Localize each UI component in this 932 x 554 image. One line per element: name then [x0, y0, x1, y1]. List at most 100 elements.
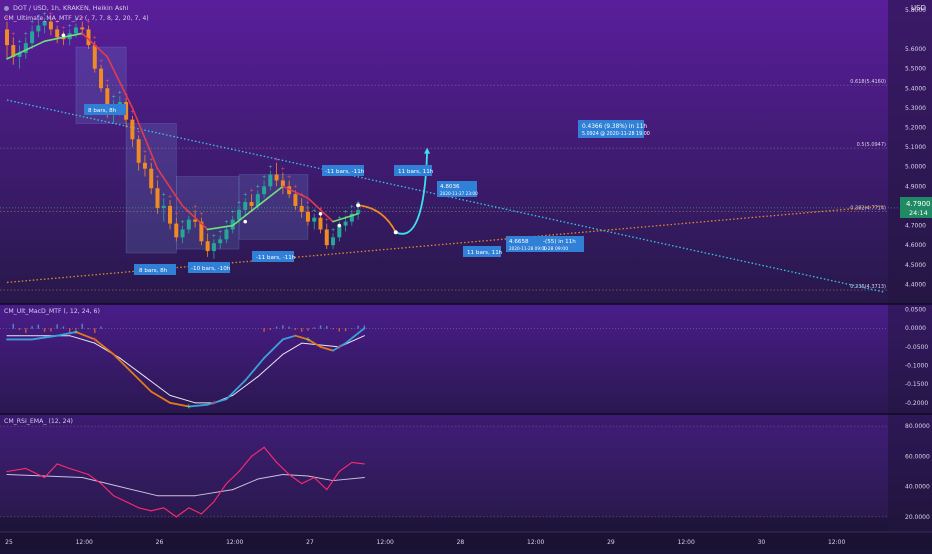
candle-marker: + [168, 194, 172, 200]
macd-histogram-bar [282, 325, 284, 329]
price-tick-label: 4.5000 [905, 262, 926, 269]
macd-histogram-bar [275, 326, 278, 329]
status-dot-icon [4, 5, 9, 11]
ma-indicator-label[interactable]: CM_Ultimate_MA_MTF_V2 (, 7, 7, 8, 2, 20,… [4, 15, 149, 22]
rsi-tick-label: 40.0000 [905, 484, 930, 491]
candle-marker: + [137, 129, 141, 135]
last-price-tag: 4.7900 24:14 [900, 197, 932, 218]
price-tick-label: 4.7000 [905, 223, 926, 230]
time-tick-label: 29 [607, 539, 615, 546]
candle-marker: + [99, 59, 103, 65]
price-axis[interactable]: 5.80005.60005.50005.40005.30005.20005.10… [905, 7, 926, 289]
candle-body [73, 27, 78, 34]
macd-histogram-bar [313, 327, 315, 329]
fib-label: 0.618(5.4160) [850, 79, 886, 85]
last-price-countdown: 24:14 [909, 209, 928, 217]
target-change: 0.4366 (9.38%) in 11h [582, 124, 647, 130]
macd-histogram-bar [12, 323, 14, 329]
rsi-band-fill [0, 426, 888, 517]
macd-histogram-bar [18, 328, 21, 330]
time-tick-label: 12:00 [527, 539, 544, 546]
macd-histogram-bar [338, 328, 341, 332]
candle-body [331, 237, 336, 246]
rsi-indicator-label[interactable]: CM_RSI_EMA_ (12, 24) [4, 418, 73, 425]
macd-cross-marker: + [92, 335, 98, 343]
candle-marker: + [331, 227, 335, 233]
macd-histogram-bar [300, 328, 303, 332]
symbol-title: DOT / USD, 1h, KRAKEN, Heikin Ashi [13, 4, 129, 12]
candle-marker: + [262, 174, 266, 180]
ma-cross-dot [337, 223, 342, 228]
candle-body [136, 139, 141, 163]
bars-label: 8 bars, 8h [139, 268, 168, 274]
candle-body [243, 202, 248, 210]
chart-svg[interactable]: 0.618(5.4160)0.5(5.0947)0.382(4.7714)0.2… [0, 0, 932, 550]
macd-histogram-bar [288, 326, 290, 329]
candle-marker: + [180, 220, 184, 226]
macd-histogram-bar [319, 325, 322, 329]
candle-body [174, 223, 179, 238]
candle-body [180, 229, 185, 238]
bars-label: 11 bars, 11h [398, 169, 434, 175]
projection-start-point [356, 203, 361, 208]
candle-marker: + [93, 35, 97, 41]
macd-tick-label: 0.0000 [905, 325, 926, 332]
candle-body [168, 205, 173, 224]
rsi-tick-label: 80.0000 [905, 423, 930, 430]
candle-body [274, 174, 279, 181]
rsi-pane: 80.0000 60.0000 40.0000 20.0000 [0, 423, 930, 521]
macd-histogram-bar [326, 326, 328, 329]
macd-histogram-bar [307, 328, 309, 331]
candle-body [205, 241, 210, 252]
price-tick-label: 5.6000 [905, 46, 926, 53]
candle-body [42, 21, 47, 26]
candle-marker: + [306, 200, 310, 206]
candle-marker: + [193, 204, 197, 210]
candle-body [92, 45, 97, 69]
macd-indicator-label[interactable]: CM_Ult_MacD_MTF (, 12, 24, 6) [4, 308, 100, 315]
candle-marker: + [111, 94, 115, 100]
macd-histogram-bar [50, 328, 52, 332]
chart-stage: 0.618(5.4160) 0.5(5.0947) 0.382(4.7714) 0.2… [0, 0, 932, 550]
time-tick-label: 26 [156, 539, 164, 546]
candle-marker: + [275, 157, 279, 163]
rsi-tick-label: 20.0000 [905, 514, 930, 521]
date-label: 2020-11-27 23:00 [440, 191, 478, 196]
candle-body [5, 29, 9, 46]
rsi-tick-label: 60.0000 [905, 453, 930, 460]
candle-marker: + [231, 210, 235, 216]
macd-histogram-bar [294, 328, 297, 331]
candle-body [343, 221, 348, 226]
time-tick-label: 12:00 [377, 539, 394, 546]
symbol-header[interactable]: DOT / USD, 1h, KRAKEN, Heikin Ashi [4, 4, 128, 12]
price-tick-label: 4.6000 [905, 242, 926, 249]
candle-body [293, 194, 298, 206]
time-tick-label: 12:00 [76, 539, 93, 546]
candle-body [299, 205, 304, 212]
macd-indicator-text: CM_Ult_MacD_MTF (, 12, 24, 6) [4, 308, 100, 315]
candle-body [262, 186, 267, 195]
candle-marker: + [249, 188, 253, 194]
candle-body [249, 202, 254, 206]
candle-marker: + [212, 233, 216, 239]
projection-low-point [393, 230, 398, 235]
candle-body [30, 31, 35, 44]
macd-histogram-bar [357, 325, 359, 329]
candle-marker: + [325, 218, 329, 224]
candle-marker: + [118, 90, 122, 96]
candle-marker: + [218, 229, 222, 235]
last-price-value: 4.7900 [906, 200, 931, 208]
rsi-indicator-text: CM_RSI_EMA_ (12, 24) [4, 418, 73, 425]
price-tick-label: 4.4000 [905, 281, 926, 288]
fib-label: 0.5(5.0947) [857, 142, 886, 148]
ma-cross-dot [243, 219, 248, 224]
macd-tick-label: -0.1000 [905, 363, 928, 370]
candle-marker: + [11, 31, 15, 37]
candle-marker: + [343, 210, 347, 216]
macd-histogram-bar [100, 326, 102, 329]
macd-cross-marker: + [186, 403, 192, 411]
candle-body [48, 21, 53, 30]
macd-cross-marker: + [73, 328, 79, 336]
candle-marker: + [281, 167, 285, 173]
bars-label: 11 bars, 11h [467, 250, 503, 256]
